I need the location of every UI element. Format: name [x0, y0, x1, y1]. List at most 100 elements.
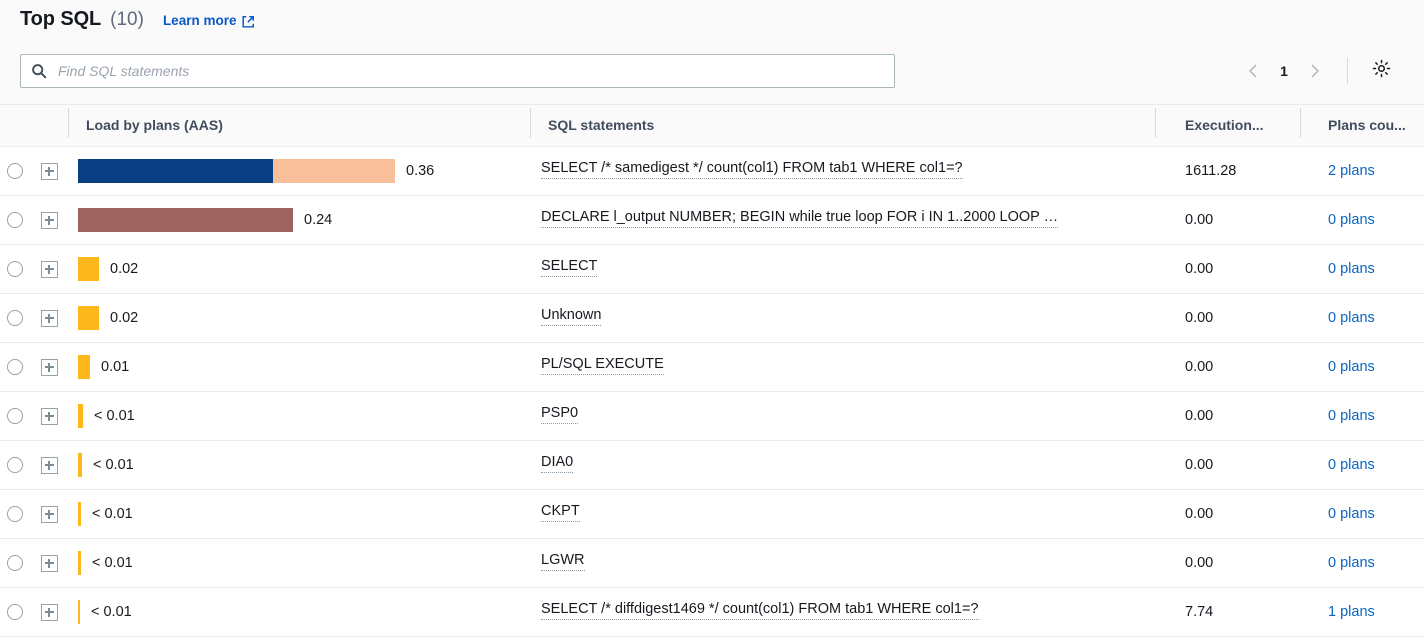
- sql-statement-link[interactable]: PL/SQL EXECUTE: [541, 356, 664, 375]
- table-row[interactable]: < 0.01CKPT0.000 plans: [0, 490, 1424, 539]
- row-expand-cell[interactable]: [30, 588, 68, 637]
- column-header-load[interactable]: Load by plans (AAS): [68, 105, 530, 147]
- sql-statement-link[interactable]: SELECT /* samedigest */ count(col1) FROM…: [541, 160, 963, 179]
- table-row[interactable]: 0.36SELECT /* samedigest */ count(col1) …: [0, 147, 1424, 196]
- table-row[interactable]: < 0.01DIA00.000 plans: [0, 441, 1424, 490]
- table-row[interactable]: < 0.01PSP00.000 plans: [0, 392, 1424, 441]
- sql-statement-link[interactable]: DECLARE l_output NUMBER; BEGIN while tru…: [541, 209, 1058, 228]
- sql-statement-link[interactable]: SELECT /* diffdigest1469 */ count(col1) …: [541, 601, 979, 620]
- table-row[interactable]: 0.24 DECLARE l_output NUMBER; BEGIN while…: [0, 196, 1424, 245]
- plans-cell: 0 plans: [1300, 343, 1424, 392]
- execution-cell: 0.00: [1155, 294, 1300, 343]
- column-header-sql[interactable]: SQL statements: [530, 105, 1155, 147]
- load-cell: 0.24: [68, 196, 530, 245]
- radio-button[interactable]: [7, 408, 23, 424]
- header-select: [0, 105, 30, 147]
- expand-plus-icon[interactable]: [41, 408, 58, 425]
- sql-statement-link[interactable]: PSP0: [541, 405, 578, 424]
- row-select-cell[interactable]: [0, 147, 30, 196]
- row-select-cell[interactable]: [0, 392, 30, 441]
- table-row[interactable]: < 0.01LGWR0.000 plans: [0, 539, 1424, 588]
- row-expand-cell[interactable]: [30, 490, 68, 539]
- plans-cell: 0 plans: [1300, 392, 1424, 441]
- settings-button[interactable]: [1366, 56, 1396, 86]
- row-expand-cell[interactable]: [30, 294, 68, 343]
- expand-plus-icon[interactable]: [41, 506, 58, 523]
- radio-button[interactable]: [7, 163, 23, 179]
- page-title: Top SQL: [20, 8, 101, 31]
- sql-cell: LGWR: [530, 539, 1155, 588]
- row-expand-cell[interactable]: [30, 245, 68, 294]
- plans-count-link[interactable]: 0 plans: [1328, 408, 1375, 424]
- column-header-execution-label: Execution...: [1155, 117, 1300, 133]
- previous-page-button[interactable]: [1237, 55, 1269, 87]
- radio-button[interactable]: [7, 261, 23, 277]
- row-select-cell[interactable]: [0, 490, 30, 539]
- row-select-cell[interactable]: [0, 441, 30, 490]
- expand-plus-icon[interactable]: [41, 212, 58, 229]
- plans-count-link[interactable]: 2 plans: [1328, 163, 1375, 179]
- plans-count-link[interactable]: 0 plans: [1328, 359, 1375, 375]
- learn-more-link[interactable]: Learn more: [163, 13, 256, 28]
- expand-plus-icon[interactable]: [41, 359, 58, 376]
- load-bar: [78, 355, 90, 379]
- load-bar: [78, 257, 99, 281]
- row-select-cell[interactable]: [0, 294, 30, 343]
- page-number-1[interactable]: 1: [1269, 63, 1299, 79]
- sql-cell: DIA0: [530, 441, 1155, 490]
- plans-count-link[interactable]: 0 plans: [1328, 555, 1375, 571]
- row-expand-cell[interactable]: [30, 343, 68, 392]
- table-row[interactable]: 0.02Unknown0.000 plans: [0, 294, 1424, 343]
- column-header-execution[interactable]: Execution...: [1155, 105, 1300, 147]
- sql-statement-link[interactable]: Unknown: [541, 307, 601, 326]
- radio-button[interactable]: [7, 555, 23, 571]
- expand-plus-icon[interactable]: [41, 261, 58, 278]
- row-select-cell[interactable]: [0, 196, 30, 245]
- table-body: 0.36SELECT /* samedigest */ count(col1) …: [0, 147, 1424, 637]
- radio-button[interactable]: [7, 457, 23, 473]
- expand-plus-icon[interactable]: [41, 163, 58, 180]
- row-expand-cell[interactable]: [30, 147, 68, 196]
- row-select-cell[interactable]: [0, 539, 30, 588]
- row-expand-cell[interactable]: [30, 441, 68, 490]
- expand-plus-icon[interactable]: [41, 310, 58, 327]
- pagination-controls: 1: [1237, 55, 1404, 87]
- sql-statement-link[interactable]: CKPT: [541, 503, 580, 522]
- execution-value: 0.00: [1155, 457, 1300, 473]
- radio-button[interactable]: [7, 359, 23, 375]
- plans-count-link[interactable]: 1 plans: [1328, 604, 1375, 620]
- row-select-cell[interactable]: [0, 245, 30, 294]
- sql-statement-link[interactable]: DIA0: [541, 454, 573, 473]
- plans-count-link[interactable]: 0 plans: [1328, 261, 1375, 277]
- plans-count-link[interactable]: 0 plans: [1328, 506, 1375, 522]
- table-row[interactable]: 0.01PL/SQL EXECUTE0.000 plans: [0, 343, 1424, 392]
- radio-button[interactable]: [7, 310, 23, 326]
- expand-plus-icon[interactable]: [41, 555, 58, 572]
- sql-statement-link[interactable]: LGWR: [541, 552, 585, 571]
- plans-cell: 0 plans: [1300, 245, 1424, 294]
- plans-count-link[interactable]: 0 plans: [1328, 310, 1375, 326]
- search-input[interactable]: [56, 62, 884, 80]
- page-title-count: (10): [110, 9, 144, 31]
- top-sql-panel: Top SQL (10) Learn more: [0, 0, 1424, 641]
- plans-count-link[interactable]: 0 plans: [1328, 212, 1375, 228]
- next-page-button[interactable]: [1299, 55, 1331, 87]
- column-header-plans[interactable]: Plans cou...: [1300, 105, 1424, 147]
- row-select-cell[interactable]: [0, 343, 30, 392]
- table-row[interactable]: < 0.01SELECT /* diffdigest1469 */ count(…: [0, 588, 1424, 637]
- table-row[interactable]: 0.02SELECT0.000 plans: [0, 245, 1424, 294]
- row-expand-cell[interactable]: [30, 539, 68, 588]
- load-bar: [78, 159, 395, 183]
- row-expand-cell[interactable]: [30, 196, 68, 245]
- row-expand-cell[interactable]: [30, 392, 68, 441]
- sql-cell: Unknown: [530, 294, 1155, 343]
- radio-button[interactable]: [7, 604, 23, 620]
- sql-statement-link[interactable]: SELECT: [541, 258, 597, 277]
- row-select-cell[interactable]: [0, 588, 30, 637]
- plans-count-link[interactable]: 0 plans: [1328, 457, 1375, 473]
- expand-plus-icon[interactable]: [41, 457, 58, 474]
- radio-button[interactable]: [7, 212, 23, 228]
- radio-button[interactable]: [7, 506, 23, 522]
- search-box[interactable]: [20, 54, 895, 88]
- expand-plus-icon[interactable]: [41, 604, 58, 621]
